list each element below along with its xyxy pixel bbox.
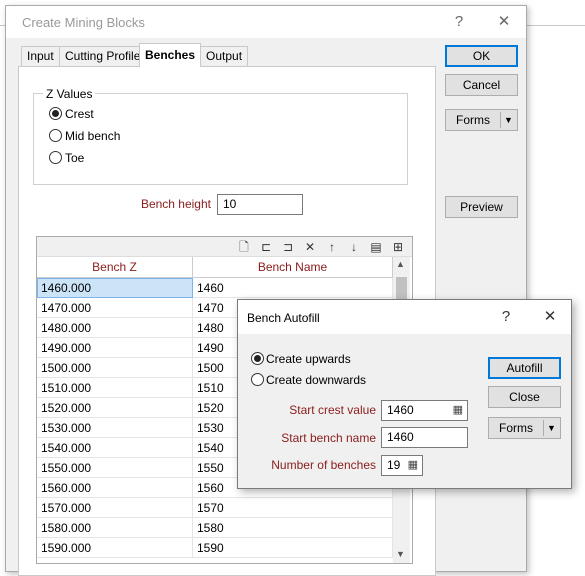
start-bench-name-label: Start bench name — [281, 431, 376, 445]
title-bar: Create Mining Blocks ? ✕ — [6, 6, 526, 38]
grid-toolbar: 🗋 ⊏ ⊐ ✕ ↑ ↓ ▤ ⊞ — [37, 237, 412, 257]
autofill-forms-button[interactable]: Forms ▼ — [488, 417, 561, 439]
bench-z-cell[interactable]: 1590.000 — [37, 538, 193, 558]
table-view-icon[interactable]: ▤ — [369, 240, 383, 254]
help-button[interactable]: ? — [447, 12, 471, 32]
table-row[interactable]: 1590.000 1590 — [37, 538, 393, 558]
scroll-down-icon[interactable]: ▼ — [396, 549, 405, 559]
tab-cutting-profile[interactable]: Cutting Profile — [59, 46, 147, 66]
insert-after-icon[interactable]: ⊐ — [281, 240, 295, 254]
close-button[interactable]: ✕ — [492, 12, 516, 32]
delete-row-icon[interactable]: ✕ — [303, 240, 317, 254]
create-upwards-radio[interactable] — [251, 352, 264, 365]
create-downwards-radio[interactable] — [251, 373, 264, 386]
scroll-up-icon[interactable]: ▲ — [396, 259, 405, 269]
calculator-icon[interactable]: ▦ — [453, 403, 463, 418]
bench-z-cell[interactable]: 1530.000 — [37, 418, 193, 438]
autofill-title: Bench Autofill — [247, 311, 320, 325]
calculator-icon[interactable]: ▦ — [408, 458, 418, 473]
bench-height-input[interactable]: 10 — [217, 194, 303, 215]
start-crest-label: Start crest value — [289, 403, 376, 417]
bench-autofill-dialog: Bench Autofill ? ✕ Create upwards Create… — [237, 299, 572, 489]
tab-input[interactable]: Input — [21, 46, 60, 66]
column-header-bench-name[interactable]: Bench Name — [193, 257, 393, 278]
number-of-benches-value: 19 — [387, 458, 401, 472]
table-row[interactable]: 1460.000 1460 — [37, 278, 393, 298]
start-crest-value: 1460 — [387, 403, 414, 417]
bench-name-cell[interactable]: 1580 — [193, 518, 393, 538]
window-title: Create Mining Blocks — [22, 15, 145, 30]
toe-radio[interactable] — [49, 151, 62, 164]
bench-z-cell[interactable]: 1500.000 — [37, 358, 193, 378]
autofill-help-button[interactable]: ? — [494, 307, 518, 327]
table-row[interactable]: 1580.000 1580 — [37, 518, 393, 538]
autofill-title-bar: Bench Autofill ? ✕ — [238, 300, 571, 334]
crest-radio[interactable] — [49, 107, 62, 120]
add-columns-icon[interactable]: ⊞ — [391, 240, 405, 254]
preview-button[interactable]: Preview — [445, 196, 518, 218]
bench-z-cell[interactable]: 1480.000 — [37, 318, 193, 338]
bench-z-cell[interactable]: 1490.000 — [37, 338, 193, 358]
tab-output[interactable]: Output — [200, 46, 249, 66]
toe-label: Toe — [65, 151, 85, 165]
forms-button[interactable]: Forms ▼ — [445, 109, 518, 131]
ok-button[interactable]: OK — [445, 45, 518, 67]
number-of-benches-input[interactable]: 19 ▦ — [381, 455, 423, 476]
autofill-forms-divider — [543, 420, 544, 436]
column-header-bench-z[interactable]: Bench Z — [37, 257, 193, 278]
chevron-down-icon[interactable]: ▼ — [547, 418, 556, 438]
tab-benches[interactable]: Benches — [139, 43, 202, 67]
bench-z-cell[interactable]: 1570.000 — [37, 498, 193, 518]
bench-z-cell[interactable]: 1520.000 — [37, 398, 193, 418]
move-up-icon[interactable]: ↑ — [325, 240, 339, 254]
z-values-legend: Z Values — [43, 87, 96, 101]
mid-bench-label: Mid bench — [65, 129, 121, 143]
new-row-icon[interactable]: 🗋 — [237, 240, 251, 254]
bench-name-cell[interactable]: 1590 — [193, 538, 393, 558]
number-of-benches-label: Number of benches — [271, 458, 376, 472]
cancel-button[interactable]: Cancel — [445, 74, 518, 96]
bench-z-cell[interactable]: 1550.000 — [37, 458, 193, 478]
create-downwards-label: Create downwards — [266, 373, 367, 387]
bench-z-cell[interactable]: 1560.000 — [37, 478, 193, 498]
crest-label: Crest — [65, 107, 94, 121]
autofill-close-button[interactable]: Close — [488, 386, 561, 408]
chevron-down-icon[interactable]: ▼ — [504, 110, 513, 130]
forms-divider — [500, 112, 501, 128]
bench-name-cell[interactable]: 1460 — [193, 278, 393, 298]
table-row[interactable]: 1570.000 1570 — [37, 498, 393, 518]
bench-z-cell[interactable]: 1580.000 — [37, 518, 193, 538]
bench-z-cell[interactable]: 1510.000 — [37, 378, 193, 398]
mid-bench-radio[interactable] — [49, 129, 62, 142]
bench-z-cell[interactable]: 1540.000 — [37, 438, 193, 458]
create-upwards-label: Create upwards — [266, 352, 351, 366]
bench-name-cell[interactable]: 1570 — [193, 498, 393, 518]
insert-row-icon[interactable]: ⊏ — [259, 240, 273, 254]
bench-z-cell[interactable]: 1460.000 — [37, 278, 193, 298]
autofill-close-x-button[interactable]: ✕ — [538, 307, 562, 327]
forms-button-label: Forms — [456, 113, 490, 127]
bench-height-label: Bench height — [140, 197, 211, 211]
start-crest-input[interactable]: 1460 ▦ — [381, 400, 468, 421]
autofill-button[interactable]: Autofill — [488, 357, 561, 379]
bench-z-cell[interactable]: 1470.000 — [37, 298, 193, 318]
start-bench-name-input[interactable]: 1460 — [381, 427, 468, 448]
move-down-icon[interactable]: ↓ — [347, 240, 361, 254]
autofill-forms-label: Forms — [499, 421, 533, 435]
